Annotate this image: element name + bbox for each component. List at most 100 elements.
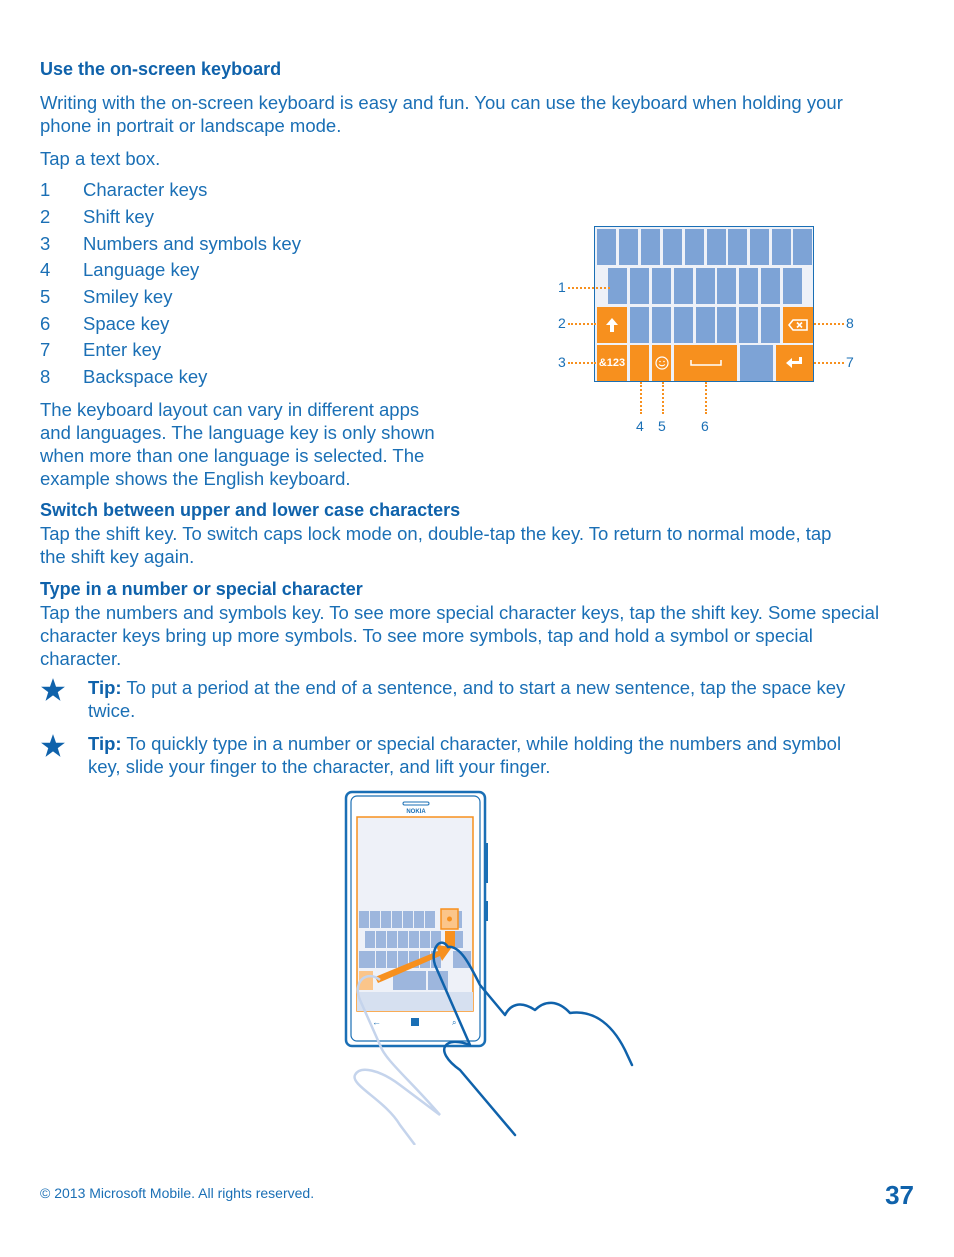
shift-arrow-icon bbox=[606, 318, 618, 332]
list-num: 8 bbox=[40, 366, 51, 387]
character-key bbox=[652, 268, 671, 304]
backspace-icon bbox=[788, 319, 808, 331]
character-key bbox=[696, 307, 715, 343]
character-key bbox=[619, 229, 638, 265]
character-key bbox=[739, 307, 758, 343]
tip-label: Tip: bbox=[88, 677, 122, 698]
callout-line bbox=[568, 287, 610, 289]
callout-6: 6 bbox=[701, 418, 709, 434]
character-key bbox=[674, 307, 693, 343]
callout-4: 4 bbox=[636, 418, 644, 434]
callout-8: 8 bbox=[846, 315, 854, 331]
text-line: character. bbox=[40, 648, 122, 669]
text-line: Tap the shift key. To switch caps lock m… bbox=[40, 523, 832, 544]
intro-line: phone in portrait or landscape mode. bbox=[40, 115, 342, 136]
character-key bbox=[597, 229, 616, 265]
phone-side-button bbox=[485, 901, 488, 921]
list-label: Numbers and symbols key bbox=[83, 233, 301, 254]
tip-text: To quickly type in a number or special c… bbox=[121, 733, 842, 754]
list-label: Backspace key bbox=[83, 366, 208, 387]
tip-1: Tip: To put a period at the end of a sen… bbox=[88, 676, 918, 722]
copyright: © 2013 Microsoft Mobile. All rights rese… bbox=[40, 1185, 315, 1201]
backspace-key bbox=[783, 307, 813, 343]
callout-7: 7 bbox=[846, 354, 854, 370]
list-num: 6 bbox=[40, 313, 51, 334]
key-popup-dot bbox=[447, 916, 452, 922]
character-key bbox=[707, 229, 726, 265]
list-label: Language key bbox=[83, 259, 200, 280]
note-line: when more than one language is selected.… bbox=[40, 445, 425, 466]
list-label: Space key bbox=[83, 313, 170, 334]
shift-key bbox=[597, 307, 627, 343]
character-key bbox=[641, 229, 660, 265]
enter-icon bbox=[785, 357, 802, 368]
text-line: the shift key again. bbox=[40, 546, 195, 567]
case-section-title: Switch between upper and lower case char… bbox=[40, 500, 461, 520]
list-num: 1 bbox=[40, 179, 51, 200]
special-section-text: Tap the numbers and symbols key. To see … bbox=[40, 601, 879, 670]
text-line: Tap the numbers and symbols key. To see … bbox=[40, 602, 880, 623]
page-number: 37 bbox=[885, 1180, 914, 1210]
character-key bbox=[674, 268, 693, 304]
character-key bbox=[663, 229, 682, 265]
phone-search-icon: ⌕ bbox=[452, 1018, 456, 1027]
character-key bbox=[685, 229, 704, 265]
star-icon bbox=[41, 734, 65, 757]
tip-line: Tip: To put a period at the end of a sen… bbox=[88, 676, 918, 699]
key-list: 1 Character keys 2 Shift key 3 Numbers and … bbox=[0, 178, 500, 393]
step-text: Tap a text box. bbox=[40, 148, 161, 169]
callout-line bbox=[814, 323, 844, 325]
smiley-key bbox=[652, 345, 671, 381]
character-key bbox=[783, 268, 802, 304]
smiley-icon bbox=[654, 356, 669, 370]
callout-line bbox=[705, 382, 707, 414]
section-title: Use the on-screen keyboard bbox=[40, 59, 282, 79]
note-line: example shows the English keyboard. bbox=[40, 468, 351, 489]
intro-text: Writing with the on-screen keyboard is e… bbox=[40, 91, 843, 137]
phone-windows-icon bbox=[411, 1018, 419, 1026]
character-key bbox=[793, 229, 812, 265]
character-key bbox=[608, 268, 627, 304]
list-label: Enter key bbox=[83, 339, 162, 360]
phone-side-button bbox=[485, 843, 488, 883]
list-num: 2 bbox=[40, 206, 51, 227]
space-key bbox=[674, 345, 737, 381]
text-line: character keys bring up more symbols. To… bbox=[40, 625, 813, 646]
character-key bbox=[717, 307, 736, 343]
list-label: Smiley key bbox=[83, 286, 173, 307]
list-label: Character keys bbox=[83, 179, 208, 200]
callout-line bbox=[814, 362, 844, 364]
enter-key bbox=[776, 345, 813, 381]
tip-line: key, slide your finger to the character,… bbox=[88, 756, 551, 777]
space-icon bbox=[689, 360, 722, 366]
character-key bbox=[750, 229, 769, 265]
list-num: 4 bbox=[40, 259, 51, 280]
star-icon bbox=[41, 678, 65, 701]
callout-line bbox=[568, 362, 596, 364]
list-num: 5 bbox=[40, 286, 51, 307]
callout-line bbox=[568, 323, 596, 325]
character-key bbox=[740, 345, 773, 381]
special-section-title: Type in a number or special character bbox=[40, 579, 363, 599]
character-key bbox=[761, 307, 780, 343]
layout-note: The keyboard layout can vary in differen… bbox=[40, 398, 480, 490]
note-line: and languages. The language key is only … bbox=[40, 422, 435, 443]
callout-2: 2 bbox=[558, 315, 566, 331]
language-key bbox=[630, 345, 649, 381]
callout-1: 1 bbox=[558, 279, 566, 295]
numbers-symbols-key: &123 bbox=[597, 345, 627, 381]
callout-line bbox=[640, 382, 642, 414]
list-num: 3 bbox=[40, 233, 51, 254]
tip-label: Tip: bbox=[88, 733, 122, 754]
character-key bbox=[630, 268, 649, 304]
tip-line: twice. bbox=[88, 700, 136, 721]
case-section-text: Tap the shift key. To switch caps lock m… bbox=[40, 522, 831, 568]
tip-text: To put a period at the end of a sentence… bbox=[121, 677, 846, 698]
character-key bbox=[728, 229, 747, 265]
character-key bbox=[652, 307, 671, 343]
phone-back-icon: ← bbox=[372, 1017, 381, 1027]
callout-line bbox=[662, 382, 664, 414]
phone-bottom-bar bbox=[357, 992, 473, 1011]
character-key bbox=[772, 229, 791, 265]
phone-illustration: NOKIA ← ⌕ bbox=[344, 790, 634, 1145]
